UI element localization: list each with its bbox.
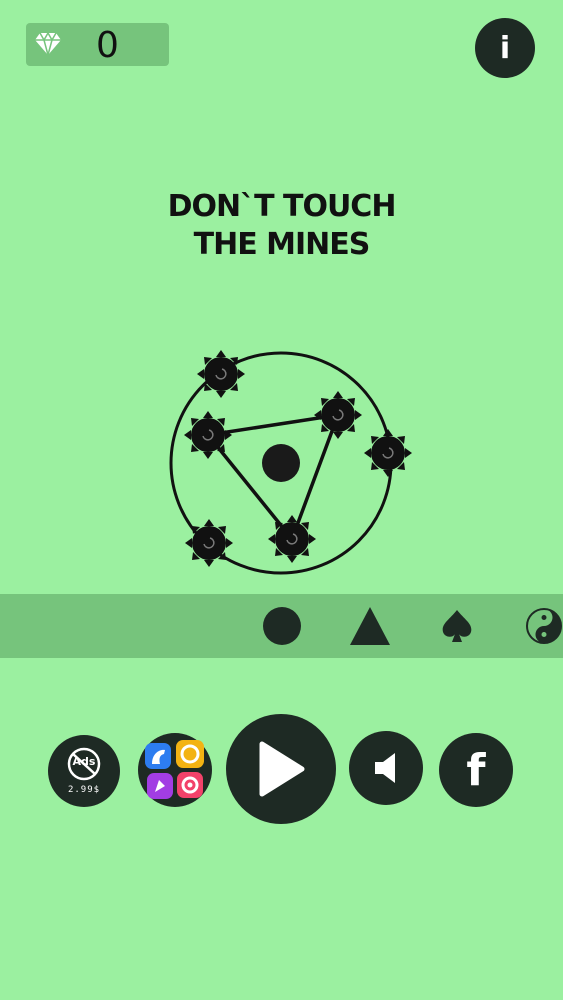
mine: [267, 514, 317, 564]
yin-yang-icon[interactable]: [525, 607, 563, 645]
mine: [196, 349, 246, 399]
title-line-1: DON`T TOUCH: [167, 189, 397, 224]
mine: [363, 428, 413, 478]
shape-selector[interactable]: [0, 594, 563, 658]
game-title: DON`T TOUCH THE MINES: [0, 188, 563, 264]
info-button[interactable]: i: [475, 18, 535, 78]
title-line-2: THE MINES: [193, 227, 371, 262]
gem-counter: 0: [26, 23, 169, 66]
diamond-icon: [35, 31, 61, 57]
facebook-icon: f: [466, 745, 486, 796]
more-games-button[interactable]: [138, 733, 212, 807]
center-ball[interactable]: [262, 444, 300, 482]
mine: [313, 390, 363, 440]
mine: [183, 410, 233, 460]
more-games-icon: [145, 740, 204, 799]
no-ads-label: Ads: [72, 755, 96, 768]
circle-icon[interactable]: [262, 606, 302, 646]
game-board: [169, 349, 413, 575]
no-ads-price: 2.99$: [67, 785, 101, 795]
play-icon: [259, 741, 305, 797]
sound-button[interactable]: [349, 731, 423, 805]
mine: [184, 518, 234, 568]
remove-ads-button[interactable]: Ads 2.99$: [48, 735, 120, 807]
spade-icon[interactable]: [439, 608, 475, 644]
triangle-icon[interactable]: [349, 606, 391, 646]
speaker-icon: [375, 753, 395, 783]
facebook-button[interactable]: f: [439, 733, 513, 807]
gem-count: 0: [96, 25, 119, 66]
play-button[interactable]: [226, 714, 336, 824]
